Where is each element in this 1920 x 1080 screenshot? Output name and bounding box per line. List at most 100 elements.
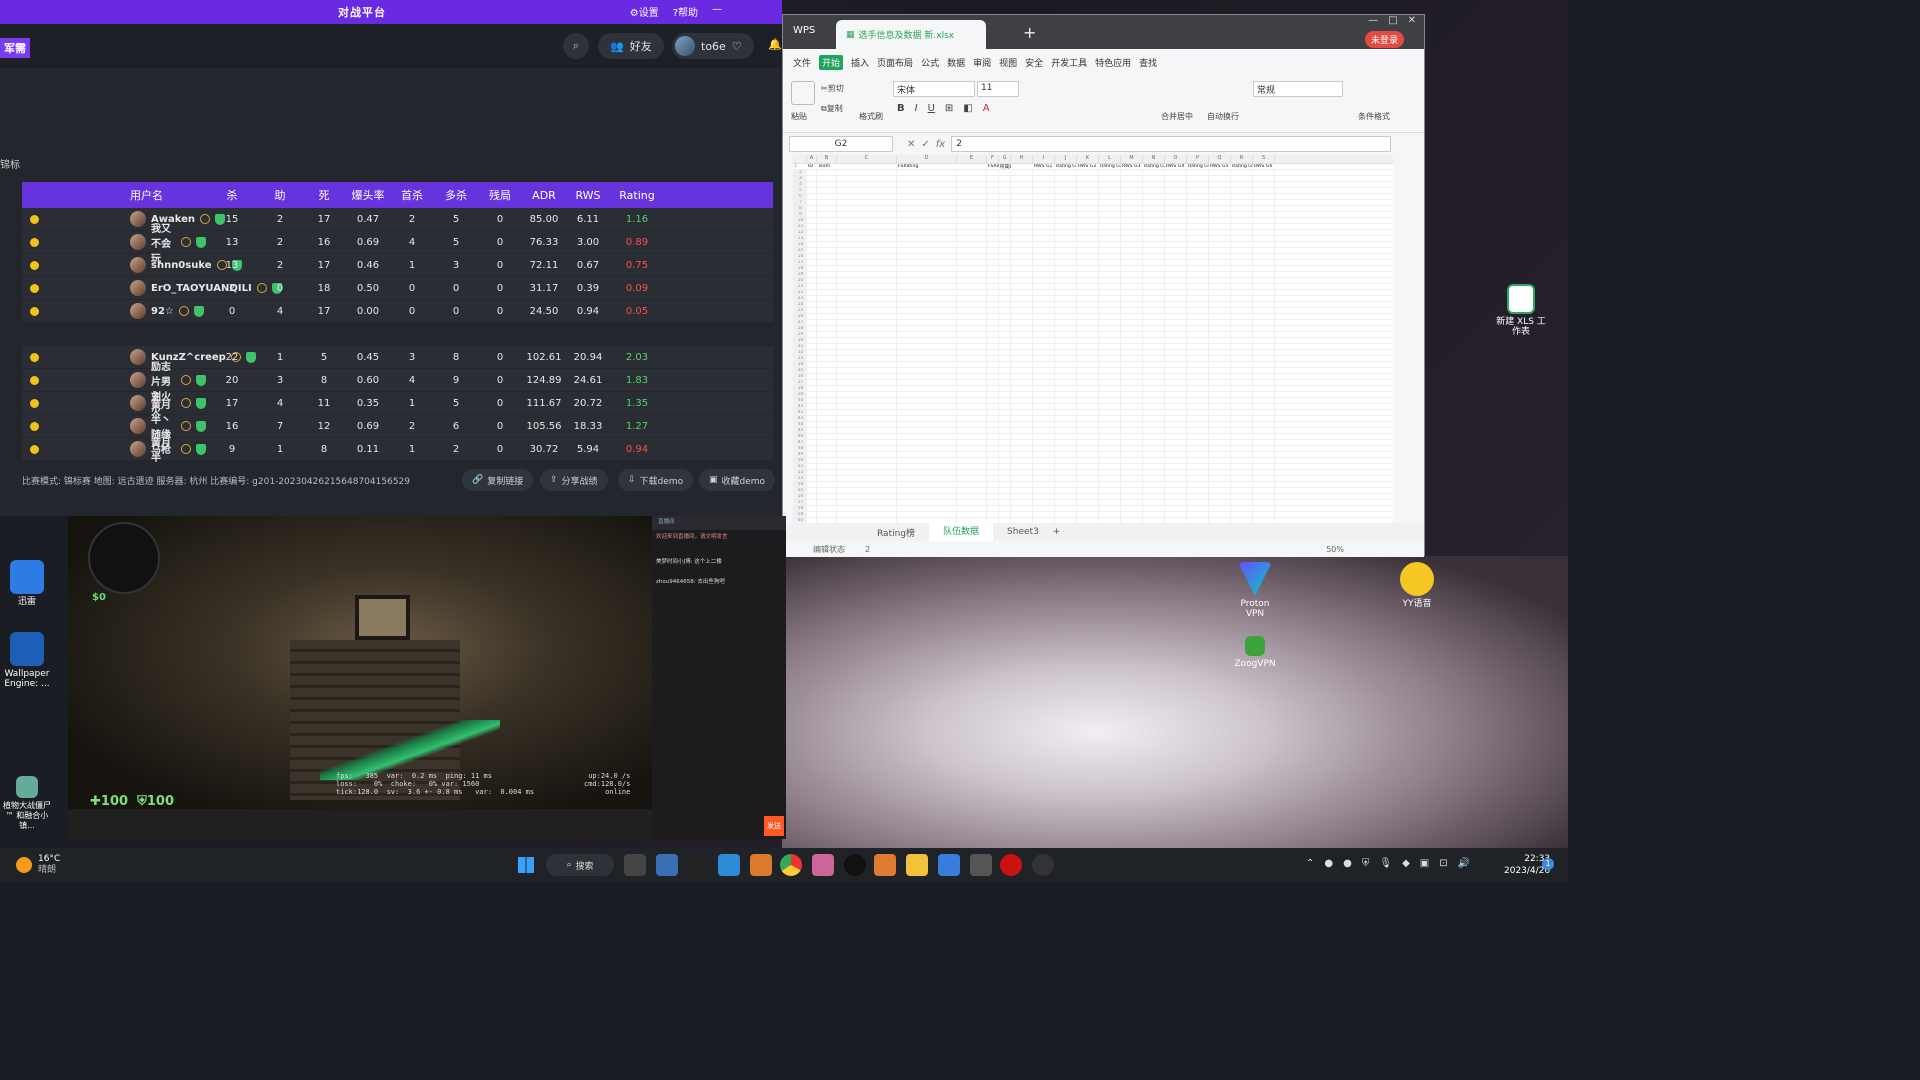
start-icon[interactable] (518, 857, 534, 873)
header-clutch[interactable]: 残局 (478, 187, 522, 203)
header-kills[interactable]: 杀 (206, 187, 258, 203)
chrome-icon[interactable] (780, 854, 802, 876)
column-header[interactable]: I (1033, 155, 1055, 163)
search-icon[interactable]: ⌕ (563, 33, 589, 59)
column-header[interactable]: P (1187, 155, 1209, 163)
mode-tag[interactable]: 军需 (0, 38, 30, 58)
tray-app-icon[interactable]: ● (1324, 858, 1333, 869)
column-header[interactable]: M (1121, 155, 1143, 163)
column-header[interactable]: F (987, 155, 999, 163)
format-painter-button[interactable]: 格式刷 (859, 111, 883, 122)
player-row[interactable]: 92☆ 0 4 17 0.00 0 0 0 24.50 0.94 0.05 (22, 300, 773, 323)
bell-icon[interactable]: 🔔 (768, 38, 782, 51)
sheet-tab-team[interactable]: 队伍数据 (929, 523, 994, 541)
name-box[interactable]: G2 (789, 136, 893, 152)
conditional-format-button[interactable]: 条件格式 (1358, 111, 1390, 122)
menu-layout[interactable]: 页面布局 (877, 56, 913, 69)
tray-shield-icon[interactable]: ⛨ (1362, 858, 1370, 869)
player-name[interactable]: ErO_TAOYUANQILI (46, 280, 282, 296)
app-icon[interactable] (688, 854, 710, 876)
column-header[interactable]: S (1253, 155, 1275, 163)
app-icon[interactable] (812, 854, 834, 876)
player-name[interactable]: 黄月半 (46, 434, 206, 464)
grid-cell[interactable]: RWS G5 (1209, 164, 1231, 169)
fill-color-icon[interactable]: ◧ (963, 103, 972, 114)
grid-cell[interactable]: FSRating (897, 164, 957, 169)
paste-button[interactable]: 粘贴 (791, 111, 807, 122)
chat-send-button[interactable]: 发送 (764, 816, 784, 836)
sun-icon[interactable] (16, 857, 32, 873)
friends-button[interactable]: 👥 好友 (598, 33, 664, 59)
grid-cell[interactable] (837, 164, 897, 169)
help-link[interactable]: ?帮助 (673, 4, 698, 19)
column-header[interactable]: H (1011, 155, 1033, 163)
chevron-up-icon[interactable]: ⌃ (1306, 858, 1314, 869)
tray-app-icon[interactable]: ◆ (1402, 858, 1410, 869)
minimize-icon[interactable]: — (712, 4, 722, 19)
network-icon[interactable]: ⊡ (1439, 858, 1447, 869)
underline-icon[interactable]: U (928, 103, 935, 114)
grid-cell[interactable]: Rating G3 (1143, 164, 1165, 169)
wps-home-tab[interactable]: WPS (787, 23, 821, 38)
desktop-icon-xunlei[interactable]: 迅雷 (2, 560, 52, 607)
bold-icon[interactable]: B (897, 103, 905, 114)
column-header[interactable]: G (999, 155, 1011, 163)
mic-icon[interactable]: 🎙 (1379, 858, 1392, 869)
grid-cell[interactable]: FSRWS (987, 164, 999, 169)
player-row[interactable]: ErO_TAOYUANQILI 2 0 18 0.50 0 0 0 31.17 0.39 0.09 (22, 277, 773, 300)
weather-widget[interactable]: 16°C 晴朗 (38, 854, 60, 876)
player-row[interactable]: 黄月半 9 1 8 0.11 1 2 0 30.72 5.94 0.94 (22, 438, 773, 464)
desktop-icon-wallpaper[interactable]: Wallpaper Engine: ... (2, 632, 52, 689)
menu-formula[interactable]: 公式 (921, 56, 939, 69)
border-icon[interactable]: ⊞ (945, 103, 953, 114)
cancel-icon[interactable]: ✕ (907, 139, 915, 150)
grid-cell[interactable]: RWS G4 (1165, 164, 1187, 169)
qq-icon[interactable] (844, 854, 866, 876)
app-icon[interactable] (718, 854, 740, 876)
folder-icon[interactable] (906, 854, 928, 876)
desktop-icon-protonvpn[interactable]: Proton VPN (1230, 562, 1280, 619)
column-header[interactable]: L (1099, 155, 1121, 163)
settings-link[interactable]: ⚙设置 (630, 4, 659, 19)
copy-button[interactable]: ⧉复制 (821, 103, 843, 114)
grid-cell[interactable] (957, 164, 987, 169)
menu-special[interactable]: 特色应用 (1095, 56, 1131, 69)
column-header[interactable]: C (837, 155, 897, 163)
tray-app-icon[interactable]: ▣ (1420, 858, 1429, 869)
grid-cell[interactable]: RWS G3 (1121, 164, 1143, 169)
app-icon[interactable] (656, 854, 678, 876)
taskbar-search[interactable]: ⌕ 搜索 (546, 854, 614, 876)
sheet-tab-3[interactable]: Sheet3 (993, 527, 1053, 537)
menu-security[interactable]: 安全 (1025, 56, 1043, 69)
sheet-tab-rating[interactable]: Rating榜 (863, 526, 929, 539)
grid-cell[interactable]: RWS G2 (1077, 164, 1099, 169)
minimize-icon[interactable]: — (1368, 15, 1378, 26)
app-icon[interactable] (1000, 854, 1022, 876)
grid-cell[interactable]: RWS G1 (1033, 164, 1055, 169)
font-size-select[interactable]: 11 (977, 81, 1019, 97)
app-icon[interactable] (970, 854, 992, 876)
grid-cell[interactable]: Rating G2 (1099, 164, 1121, 169)
grid-cell[interactable] (1011, 164, 1033, 169)
header-rating[interactable]: Rating (610, 189, 664, 202)
copy-link-button[interactable]: 🔗 复制链接 (462, 469, 534, 491)
column-header[interactable]: J (1055, 155, 1077, 163)
grid-cell[interactable]: Rating G5 (1231, 164, 1253, 169)
user-menu[interactable]: to6e ♡ (672, 33, 754, 59)
font-name-select[interactable]: 宋体 (893, 81, 975, 97)
header-hs[interactable]: 爆头率 (346, 187, 390, 203)
header-multikill[interactable]: 多杀 (434, 187, 478, 203)
grid-cell[interactable]: RWS G6 (1253, 164, 1275, 169)
player-name[interactable]: shnn0suke (46, 257, 242, 273)
number-format-select[interactable]: 常规 (1253, 81, 1343, 97)
app-icon[interactable] (750, 854, 772, 876)
column-header[interactable]: D (897, 155, 957, 163)
grid-cell[interactable]: Rating G4 (1187, 164, 1209, 169)
header-deaths[interactable]: 死 (302, 187, 346, 203)
column-header[interactable]: B (817, 155, 837, 163)
column-header[interactable]: A (807, 155, 817, 163)
player-name[interactable]: 92☆ (46, 303, 206, 319)
column-header[interactable]: E (957, 155, 987, 163)
app-icon[interactable] (1032, 854, 1054, 876)
fx-icon[interactable]: fx (936, 139, 945, 150)
